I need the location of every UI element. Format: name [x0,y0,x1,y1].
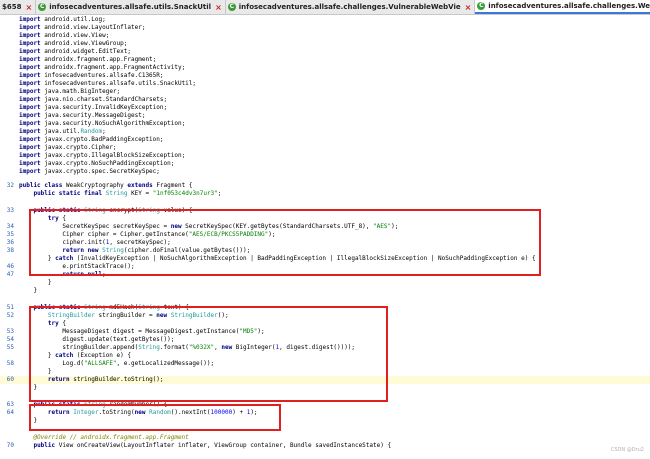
line-number: 35 [6,231,14,238]
code-line: import javax.crypto.BadPaddingException; [0,136,650,144]
tab-0[interactable]: $658 × [0,0,37,14]
code-text: public View onCreateView(LayoutInflater … [33,442,392,449]
code-line: import android.view.LayoutInflater; [0,24,650,32]
code-text: import android.view.LayoutInflater; [19,24,146,31]
code-text: import android.view.ViewGroup; [19,40,128,47]
code-text: import javax.crypto.IllegalBlockSizeExce… [19,152,186,159]
tab-label: infosecadventures.allsafe.utils.SnackUti… [49,3,212,11]
code-text: } [19,279,52,286]
line-number: 60 [6,376,14,383]
code-text: import androidx.fragment.app.Fragment; [19,56,157,63]
code-text: public class WeakCryptography extends Fr… [19,182,193,189]
code-text: import java.util.Random; [19,128,106,135]
code-line: import javax.crypto.Cipher; [0,144,650,152]
class-icon: C [477,2,486,10]
encrypt-method-highlight-box [29,209,541,276]
code-line: import infosecadventures.allsafe.C1365R; [0,72,650,80]
tab-3[interactable]: Cinfosecadventures.allsafe.challenges.We… [475,0,650,14]
tab-2[interactable]: Cinfosecadventures.allsafe.challenges.Vu… [225,0,476,14]
code-text: @Override // androidx.fragment.app.Fragm… [19,434,189,441]
code-text: import javax.crypto.BadPaddingException; [19,136,164,143]
line-number: 38 [6,247,14,254]
line-number: 52 [6,312,14,319]
code-line: import android.util.Log; [0,16,650,24]
watermark: CSDN @Dru2 [610,447,644,453]
code-line: import java.util.Random; [0,128,650,136]
code-text: import androidx.fragment.app.FragmentAct… [19,64,186,71]
close-tab-icon[interactable]: × [465,3,472,12]
tab-label: infosecadventures.allsafe.challenges.Vul… [238,3,461,11]
close-tab-icon[interactable]: × [215,3,222,12]
line-number: 36 [6,239,14,246]
randomnumber-method-highlight-box [29,404,281,431]
line-number: 33 [6,207,14,214]
code-text: import android.widget.EditText; [19,48,131,55]
code-line: import android.widget.EditText; [0,48,650,56]
code-line: import javax.crypto.NoSuchPaddingExcepti… [0,160,650,168]
code-text: import javax.crypto.Cipher; [19,144,117,151]
line-number: 32 [6,182,14,189]
code-text: import java.security.MessageDigest; [19,112,146,119]
code-text: import java.nio.charset.StandardCharsets… [19,96,168,103]
code-text: public static final String KEY = "1nf053… [33,190,222,197]
code-text: import java.security.InvalidKeyException… [19,104,168,111]
code-line: 70 public View onCreateView(LayoutInflat… [0,442,650,450]
tab-label: $658 [2,3,22,11]
code-line: import infosecadventures.allsafe.utils.S… [0,80,650,88]
code-line: } [0,287,650,295]
tab-label: infosecadventures.allsafe.challenges.Wea… [488,2,650,10]
code-line: import android.view.View; [0,32,650,40]
line-number: 47 [6,271,14,278]
code-text: import infosecadventures.allsafe.C1365R; [19,72,164,79]
class-icon: C [227,3,236,11]
line-number: 63 [6,401,14,408]
tab-1[interactable]: Cinfosecadventures.allsafe.utils.SnackUt… [36,0,226,14]
line-number: 46 [6,263,14,270]
line-number: 54 [6,336,14,343]
code-line: } [0,279,650,287]
class-icon: C [38,3,47,11]
md5hash-method-highlight-box [29,306,388,402]
code-line: import javax.crypto.spec.SecretKeySpec; [0,168,650,176]
code-line: import javax.crypto.IllegalBlockSizeExce… [0,152,650,160]
code-text: import infosecadventures.allsafe.utils.S… [19,80,197,87]
line-number: 58 [6,360,14,367]
line-number: 55 [6,344,14,351]
code-line: import java.nio.charset.StandardCharsets… [0,96,650,104]
code-text: import javax.crypto.NoSuchPaddingExcepti… [19,160,175,167]
code-text: import java.security.NoSuchAlgorithmExce… [19,120,186,127]
line-number: 53 [6,328,14,335]
code-line: 32 public class WeakCryptography extends … [0,182,650,190]
code-line: @Override // androidx.fragment.app.Fragm… [0,434,650,442]
code-text: } [19,287,38,294]
code-line: import androidx.fragment.app.Fragment; [0,56,650,64]
code-text: import android.view.View; [19,32,110,39]
code-line: import java.security.InvalidKeyException… [0,104,650,112]
code-line: import java.security.NoSuchAlgorithmExce… [0,120,650,128]
line-number: 64 [6,409,14,416]
code-text: import android.util.Log; [19,16,106,23]
code-line: import java.security.MessageDigest; [0,112,650,120]
line-number: 51 [6,304,14,311]
line-number: 34 [6,223,14,230]
close-tab-icon[interactable]: × [25,3,32,12]
line-number: 70 [6,442,14,449]
code-text: import javax.crypto.spec.SecretKeySpec; [19,168,160,175]
code-line: import java.math.BigInteger; [0,88,650,96]
code-line: import androidx.fragment.app.FragmentAct… [0,64,650,72]
code-line: import android.view.ViewGroup; [0,40,650,48]
code-text: import java.math.BigInteger; [19,88,121,95]
code-line: public static final String KEY = "1nf053… [0,190,650,198]
editor-tab-bar: $658 × Cinfosecadventures.allsafe.utils.Sn… [0,0,650,15]
